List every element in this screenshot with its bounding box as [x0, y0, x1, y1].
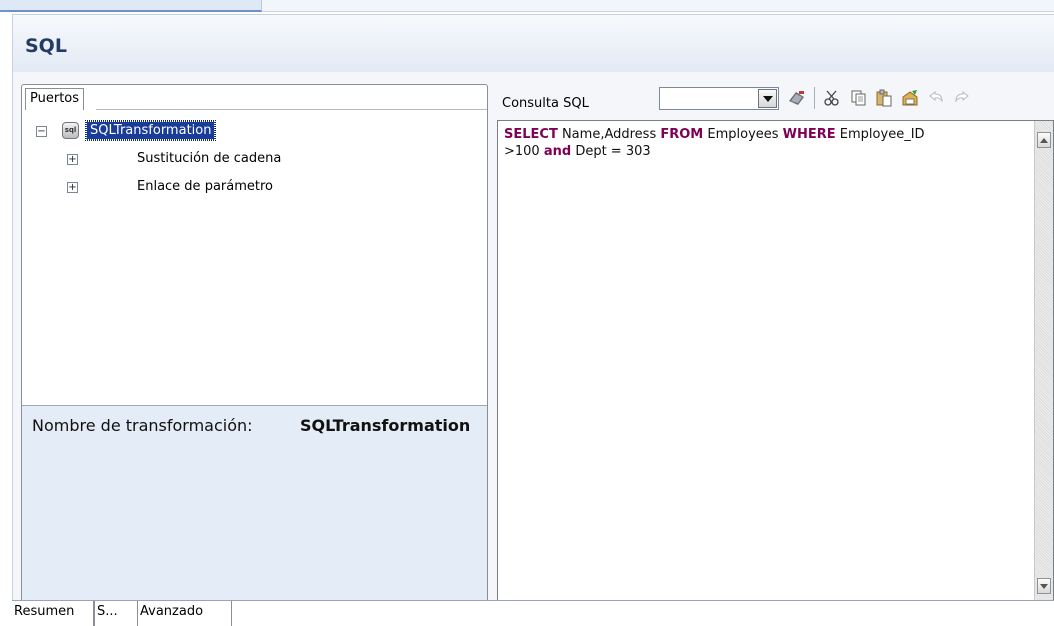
- transformation-name-section: Nombre de transformación: SQLTransformat…: [22, 405, 487, 603]
- tab-divider: [96, 109, 487, 110]
- undo-icon[interactable]: [923, 85, 949, 111]
- section-header: SQL: [12, 14, 1054, 72]
- connect-icon[interactable]: [784, 85, 810, 111]
- database-icon: sql: [62, 122, 79, 139]
- sql-query-label: Consulta SQL: [502, 96, 589, 111]
- sql-text: Name,Address: [557, 127, 661, 142]
- collapse-icon[interactable]: −: [36, 126, 47, 137]
- expand-icon[interactable]: +: [67, 154, 78, 165]
- sql-keyword: FROM: [660, 127, 704, 142]
- transformation-name-value: SQLTransformation: [300, 416, 471, 435]
- tree-node-label[interactable]: Enlace de parámetro: [137, 179, 273, 194]
- transformation-name-label: Nombre de transformación:: [32, 416, 253, 435]
- ports-panel: Puertos − sql SQLTransformation + Sustit…: [21, 84, 488, 604]
- active-editor-tab[interactable]: [0, 0, 262, 12]
- sql-text: >100: [504, 144, 544, 159]
- scroll-down-icon[interactable]: [1037, 578, 1051, 594]
- tree-node-label[interactable]: Sustitución de cadena: [137, 151, 281, 166]
- sql-query-editor[interactable]: SELECT Name,Address FROM Employees WHERE…: [497, 120, 1054, 606]
- scroll-up-icon[interactable]: [1037, 132, 1051, 148]
- tab-avanzado[interactable]: Avanzado: [138, 601, 232, 626]
- sql-toolbar: [784, 85, 975, 111]
- tree-node-root-label[interactable]: SQLTransformation: [84, 120, 217, 141]
- copy-icon[interactable]: [845, 85, 871, 111]
- sql-keyword: SELECT: [504, 127, 558, 142]
- cut-icon[interactable]: [819, 85, 845, 111]
- sql-text: Employees: [703, 127, 783, 142]
- sql-text: Dept = 303: [571, 144, 651, 159]
- chevron-down-icon[interactable]: [758, 89, 777, 108]
- sql-text: Employee_ID: [835, 127, 925, 142]
- redo-icon[interactable]: [949, 85, 975, 111]
- editor-tab-strip: [0, 0, 1054, 12]
- tab-ports[interactable]: Puertos: [25, 88, 85, 110]
- vertical-scrollbar[interactable]: [1034, 121, 1053, 605]
- tab-sql[interactable]: S...: [94, 601, 138, 626]
- sql-keyword: and: [543, 144, 572, 159]
- sql-query-text[interactable]: SELECT Name,Address FROM Employees WHERE…: [504, 126, 1024, 160]
- sql-query-dropdown[interactable]: [659, 87, 779, 110]
- expand-icon[interactable]: +: [67, 182, 78, 193]
- bottom-tab-bar: Resumen S... Avanzado: [12, 600, 1054, 626]
- sql-keyword: WHERE: [782, 127, 836, 142]
- clear-icon[interactable]: [897, 85, 923, 111]
- tab-resumen[interactable]: Resumen: [12, 601, 94, 626]
- paste-icon[interactable]: [871, 85, 897, 111]
- page-title: SQL: [25, 35, 67, 57]
- toolbar-separator: [814, 87, 815, 109]
